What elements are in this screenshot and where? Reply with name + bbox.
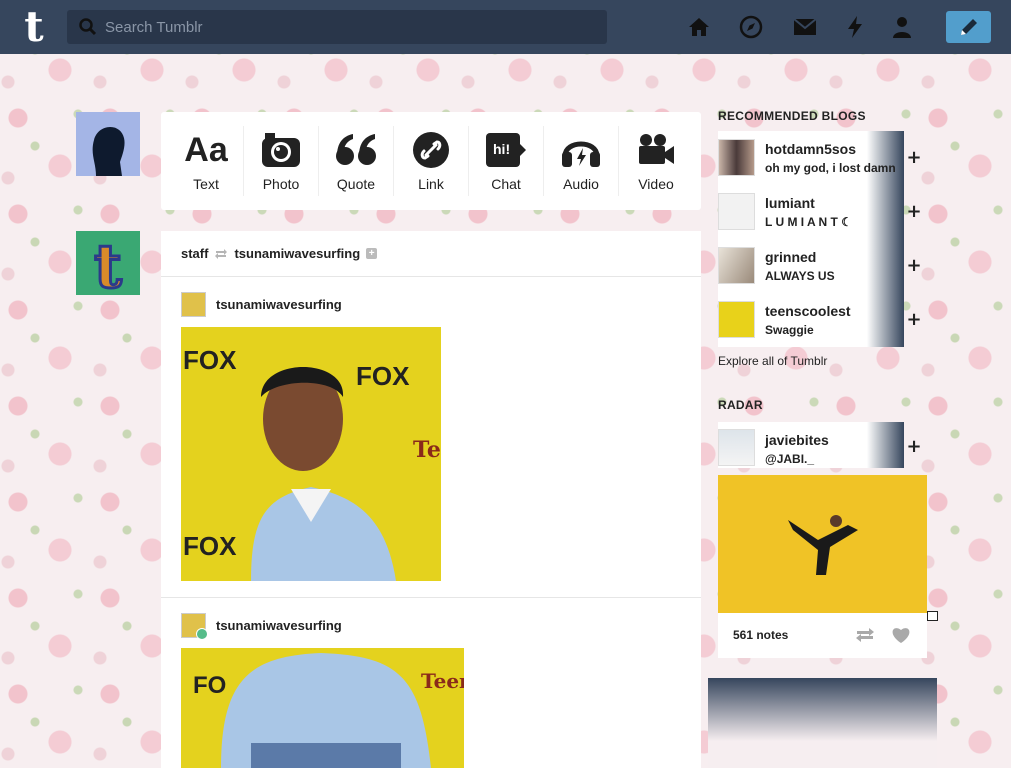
post-photo[interactable]: FO Teen [181, 648, 464, 768]
svg-text:FO: FO [193, 672, 226, 699]
quote-icon [335, 130, 377, 170]
blog-thumb[interactable] [718, 429, 755, 466]
svg-text:FOX: FOX [356, 361, 410, 391]
blog-title: Swaggie [765, 323, 814, 337]
next-radar-item [708, 678, 937, 768]
svg-text:t: t [94, 232, 122, 295]
blog-thumb[interactable] [718, 139, 755, 176]
search-icon [79, 18, 97, 36]
scrollbar-track[interactable] [1011, 0, 1024, 768]
blog-title: ALWAYS US [765, 269, 835, 283]
explore-link[interactable]: Explore all of Tumblr [718, 354, 827, 368]
author-name[interactable]: tsunamiwavesurfing [216, 297, 342, 312]
reblog-badge-icon [196, 628, 208, 640]
blog-thumb[interactable] [718, 301, 755, 338]
post-author[interactable]: tsunamiwavesurfing [181, 613, 342, 640]
blog-name[interactable]: javiebites [765, 432, 829, 448]
svg-text:FOX: FOX [183, 531, 237, 561]
post-type-label: Video [638, 176, 674, 192]
author-name[interactable]: tsunamiwavesurfing [216, 618, 342, 633]
camera-icon [261, 130, 301, 170]
author-avatar[interactable] [181, 613, 208, 640]
search-bar[interactable] [67, 10, 607, 44]
post-type-quote[interactable]: Quote [319, 126, 394, 196]
follow-button[interactable]: + [906, 311, 922, 329]
reblog-icon [215, 248, 228, 259]
chat-icon: hi! [485, 130, 527, 170]
note-count[interactable]: 561 notes [733, 628, 788, 642]
dashboard-post: staff tsunamiwavesurfing + tsunamiwavesu… [161, 231, 701, 768]
search-input[interactable] [105, 10, 600, 44]
activity-icon[interactable] [842, 14, 868, 40]
tumblr-logo[interactable]: t [15, 6, 53, 48]
follow-plus-icon[interactable]: + [366, 248, 378, 259]
svg-text:Teen: Teen [413, 437, 441, 463]
recommended-blog[interactable]: teenscoolest Swaggie [718, 293, 904, 347]
follow-button[interactable]: + [906, 438, 922, 456]
blog-title: @JABI._ [765, 452, 815, 466]
blog-name[interactable]: hotdamn5sos [765, 141, 856, 157]
reblogger-link[interactable]: staff [181, 246, 208, 261]
source-link[interactable]: tsunamiwavesurfing [234, 246, 360, 261]
post-type-audio[interactable]: Audio [544, 126, 619, 196]
compose-button[interactable] [946, 11, 991, 43]
radar-photo[interactable] [718, 475, 927, 613]
follow-button[interactable]: + [906, 203, 922, 221]
radar-blog[interactable]: javiebites @JABI._ [718, 422, 904, 468]
blog-name[interactable]: teenscoolest [765, 303, 851, 319]
pencil-icon [960, 19, 977, 35]
recommended-title: RECOMMENDED BLOGS [718, 109, 866, 123]
blog-avatar[interactable]: t [76, 231, 140, 295]
keyboard-icon[interactable] [927, 611, 938, 621]
inbox-icon[interactable] [792, 14, 818, 40]
post-type-link[interactable]: Link [394, 126, 469, 196]
follow-button[interactable]: + [906, 149, 922, 167]
reblog-header: staff tsunamiwavesurfing + [181, 246, 378, 261]
chat-icon-text: hi! [493, 141, 511, 157]
recommended-blog[interactable]: grinned ALWAYS US [718, 239, 904, 293]
blog-title: oh my god, i lost damn [765, 161, 896, 175]
post-type-label: Text [193, 176, 219, 192]
post-author[interactable]: tsunamiwavesurfing [181, 292, 342, 317]
svg-text:FOX: FOX [183, 345, 237, 375]
explore-icon[interactable] [738, 14, 764, 40]
blog-thumb[interactable] [718, 193, 755, 230]
post-type-label: Quote [336, 176, 376, 192]
account-icon[interactable] [889, 14, 915, 40]
follow-button[interactable]: + [906, 257, 922, 275]
home-icon[interactable] [686, 14, 712, 40]
divider [161, 276, 701, 277]
text-icon: Aa [184, 130, 228, 169]
post-type-label: Chat [491, 176, 521, 192]
link-icon [412, 130, 450, 170]
post-type-bar: Aa Text Photo Quote Link hi! Chat Audio [161, 112, 701, 210]
post-type-label: Audio [563, 176, 599, 192]
post-type-video[interactable]: Video [619, 126, 693, 196]
post-type-chat[interactable]: hi! Chat [469, 126, 544, 196]
radar-post: 561 notes [718, 475, 938, 658]
blog-name[interactable]: grinned [765, 249, 816, 265]
post-type-label: Link [418, 176, 444, 192]
recommended-blog[interactable]: hotdamn5sos oh my god, i lost damn [718, 131, 904, 185]
radar-title: RADAR [718, 398, 763, 412]
like-heart-icon[interactable] [891, 626, 911, 644]
divider [161, 597, 701, 598]
video-camera-icon [636, 130, 676, 170]
svg-text:Teen: Teen [421, 669, 464, 693]
post-photo[interactable]: FOX FOX FOX Teen [181, 327, 441, 581]
blog-thumb[interactable] [718, 247, 755, 284]
blog-name[interactable]: lumiant [765, 195, 815, 211]
recommended-blog[interactable]: lumiant L U M I A N T ☾ [718, 185, 904, 239]
post-type-photo[interactable]: Photo [244, 126, 319, 196]
post-type-text[interactable]: Aa Text [169, 126, 244, 196]
blog-title: L U M I A N T ☾ [765, 215, 852, 229]
post-type-label: Photo [262, 176, 300, 192]
top-bar: t [0, 0, 1011, 54]
reblog-icon[interactable] [855, 627, 875, 643]
user-avatar[interactable] [76, 112, 140, 176]
author-avatar[interactable] [181, 292, 206, 317]
headphones-icon [561, 130, 601, 170]
